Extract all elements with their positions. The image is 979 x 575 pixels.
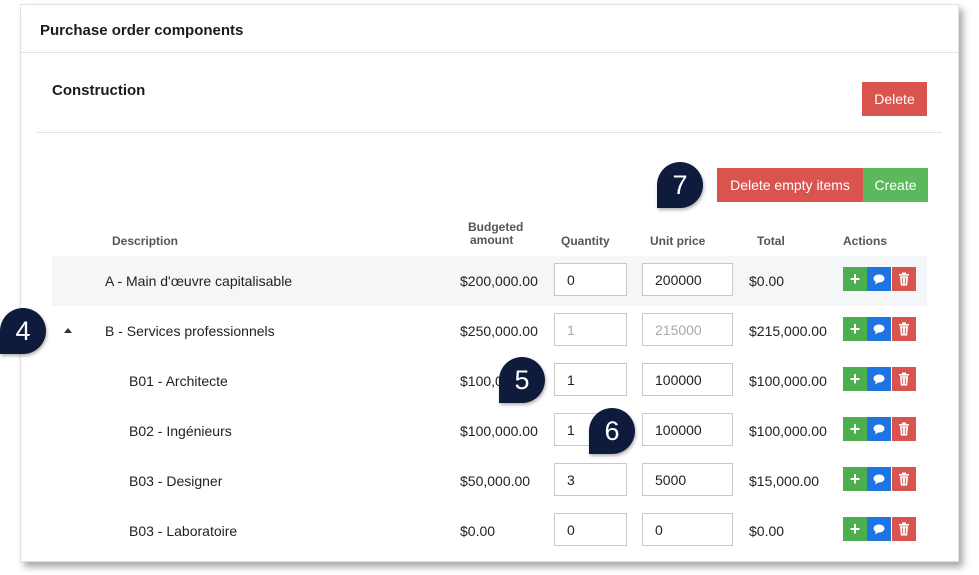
table-row: B02 - Ingénieurs $100,000.00 1 100000 $1…: [52, 406, 927, 456]
header-quantity: Quantity: [561, 234, 610, 248]
row-description: B03 - Designer: [129, 473, 223, 489]
callout-4: 4: [0, 308, 46, 354]
header-actions: Actions: [843, 234, 888, 248]
row-total: $0.00: [749, 523, 785, 539]
comment-icon[interactable]: [867, 467, 891, 491]
callout-7: 7: [657, 162, 703, 208]
comment-icon[interactable]: [867, 417, 891, 441]
row-budget: $50,000.00: [460, 473, 531, 489]
callout-4-label: 4: [15, 315, 31, 346]
table-row: A - Main d'œuvre capitalisable $200,000.…: [52, 256, 927, 306]
comment-icon[interactable]: [867, 367, 891, 391]
comment-icon[interactable]: [867, 267, 891, 291]
plus-icon[interactable]: +: [843, 467, 867, 491]
delete-empty-items-button[interactable]: Delete empty items: [717, 168, 863, 202]
table-row: B01 - Architecte $100,0 1 100000 $100,00…: [52, 356, 927, 406]
row-total: $15,000.00: [749, 473, 820, 489]
quantity-input[interactable]: 1: [554, 363, 627, 396]
row-total: $215,000.00: [749, 323, 827, 339]
row-budget: $100,000.00: [460, 423, 538, 439]
row-description: B01 - Architecte: [129, 373, 228, 389]
trash-icon[interactable]: [892, 467, 916, 491]
header-budgeted-line2: amount: [470, 233, 514, 247]
header-budgeted-amount: Budgeted amount: [460, 221, 523, 247]
table-row: B - Services professionnels $250,000.00 …: [52, 306, 927, 356]
callout-7-label: 7: [672, 169, 688, 200]
table-row: B03 - Designer $50,000.00 3 5000 $15,000…: [52, 456, 927, 506]
plus-icon[interactable]: +: [843, 417, 867, 441]
plus-icon[interactable]: +: [843, 517, 867, 541]
quantity-input[interactable]: 3: [554, 463, 627, 496]
row-description: A - Main d'œuvre capitalisable: [105, 273, 293, 289]
purchase-order-card: Purchase order components Construction D…: [20, 4, 959, 562]
comment-icon[interactable]: [867, 317, 891, 341]
row-budget: $0.00: [460, 523, 496, 539]
trash-icon[interactable]: [892, 517, 916, 541]
row-budget: $200,000.00: [460, 273, 538, 289]
quantity-input[interactable]: 1: [554, 313, 627, 346]
unit-price-input[interactable]: 100000: [642, 363, 733, 396]
header-unit-price: Unit price: [650, 234, 706, 248]
quantity-input[interactable]: 0: [554, 263, 627, 296]
table-row: B03 - Laboratoire $0.00 0 0 $0.00 +: [52, 506, 927, 556]
row-total: $0.00: [749, 273, 785, 289]
callout-6: 6: [589, 408, 635, 454]
card-title: Purchase order components: [40, 22, 244, 39]
plus-icon[interactable]: +: [843, 267, 867, 291]
row-description: B - Services professionnels: [105, 323, 275, 339]
plus-icon[interactable]: +: [843, 317, 867, 341]
callout-5: 5: [499, 357, 545, 403]
plus-icon[interactable]: +: [843, 367, 867, 391]
row-description: B02 - Ingénieurs: [129, 423, 232, 439]
header-total: Total: [757, 234, 785, 248]
row-budget: $250,000.00: [460, 323, 538, 339]
trash-icon[interactable]: [892, 417, 916, 441]
quantity-input[interactable]: 0: [554, 513, 627, 546]
row-budget: $100,0: [460, 373, 503, 389]
unit-price-input[interactable]: 215000: [642, 313, 733, 346]
unit-price-input[interactable]: 100000: [642, 413, 733, 446]
unit-price-input[interactable]: 200000: [642, 263, 733, 296]
callout-5-label: 5: [514, 364, 530, 395]
callout-6-label: 6: [604, 415, 620, 446]
comment-icon[interactable]: [867, 517, 891, 541]
trash-icon[interactable]: [892, 367, 916, 391]
delete-section-button[interactable]: Delete: [862, 82, 927, 116]
section-divider: [37, 132, 942, 133]
header-description: Description: [112, 234, 179, 248]
trash-icon[interactable]: [892, 317, 916, 341]
row-total: $100,000.00: [749, 423, 827, 439]
create-button[interactable]: Create: [863, 168, 928, 202]
collapse-caret-icon[interactable]: [64, 328, 72, 333]
unit-price-input[interactable]: 0: [642, 513, 733, 546]
row-description: B03 - Laboratoire: [129, 523, 238, 539]
row-total: $100,000.00: [749, 373, 827, 389]
section-title: Construction: [52, 82, 146, 99]
unit-price-input[interactable]: 5000: [642, 463, 733, 496]
card-header: Purchase order components: [21, 5, 958, 53]
trash-icon[interactable]: [892, 267, 916, 291]
